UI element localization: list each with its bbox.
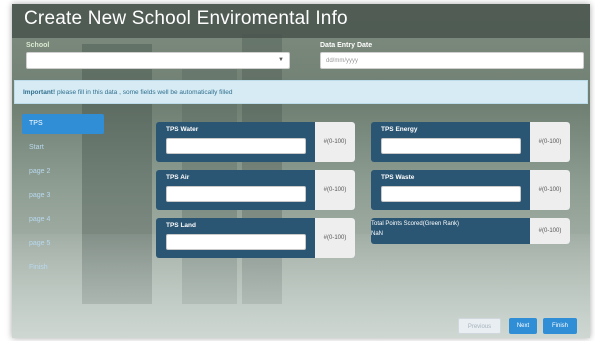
tps-water-label: TPS Water (166, 126, 199, 133)
tps-water-card: TPS Water #(0-100) (156, 122, 355, 162)
previous-button[interactable]: Previous (458, 318, 501, 334)
total-points-value: NaN (371, 231, 384, 237)
nav-item-tps[interactable]: TPS (22, 114, 104, 134)
tps-waste-input[interactable] (381, 186, 521, 202)
tps-land-card: TPS Land #(0-100) (156, 218, 355, 258)
school-select[interactable]: ▼ (26, 52, 290, 69)
tps-air-card: TPS Air #(0-100) (156, 170, 355, 210)
total-points-card: Total Points Scored(Green Rank) NaN #(0-… (371, 218, 570, 244)
tps-land-input[interactable] (166, 234, 306, 250)
tps-air-label: TPS Air (166, 174, 190, 181)
tps-waste-label: TPS Waste (381, 174, 415, 181)
tps-water-input[interactable] (166, 138, 306, 154)
alert-text: please fill in this data , some fields w… (55, 89, 233, 96)
app-window: Create New School Enviromental Info Scho… (12, 4, 590, 338)
nav-item-start[interactable]: Start (22, 138, 104, 158)
nav-item-page-2[interactable]: page 2 (22, 162, 104, 182)
nav-item-page-3[interactable]: page 3 (22, 186, 104, 206)
tps-land-range: #(0-100) (315, 218, 355, 258)
total-points-label: Total Points Scored(Green Rank) (371, 221, 460, 227)
tps-energy-card: TPS Energy #(0-100) (371, 122, 570, 162)
tps-air-input[interactable] (166, 186, 306, 202)
title-bar: Create New School Enviromental Info (12, 4, 590, 38)
date-label: Data Entry Date (320, 42, 373, 49)
tps-water-range: #(0-100) (315, 122, 355, 162)
page-title: Create New School Enviromental Info (24, 8, 348, 29)
tps-energy-range: #(0-100) (530, 122, 570, 162)
tps-energy-input[interactable] (381, 138, 521, 154)
tps-air-range: #(0-100) (315, 170, 355, 210)
info-alert: Important! please fill in this data , so… (14, 80, 588, 104)
tps-waste-range: #(0-100) (530, 170, 570, 210)
nav-item-page-4[interactable]: page 4 (22, 210, 104, 230)
tps-energy-label: TPS Energy (381, 126, 418, 133)
tps-land-label: TPS Land (166, 222, 196, 229)
finish-button[interactable]: Finish (543, 318, 577, 334)
caret-down-icon: ▼ (278, 57, 284, 63)
date-input[interactable]: dd/mm/yyyy (320, 52, 584, 69)
next-button[interactable]: Next (509, 318, 537, 334)
wizard-nav: TPS Start page 2 page 3 page 4 page 5 Fi… (22, 114, 104, 282)
total-points-range: #(0-100) (530, 218, 570, 244)
school-label: School (26, 42, 50, 49)
nav-item-page-5[interactable]: page 5 (22, 234, 104, 254)
alert-bold: Important! (23, 89, 56, 96)
nav-item-finish[interactable]: Finish (22, 258, 104, 278)
tps-waste-card: TPS Waste #(0-100) (371, 170, 570, 210)
